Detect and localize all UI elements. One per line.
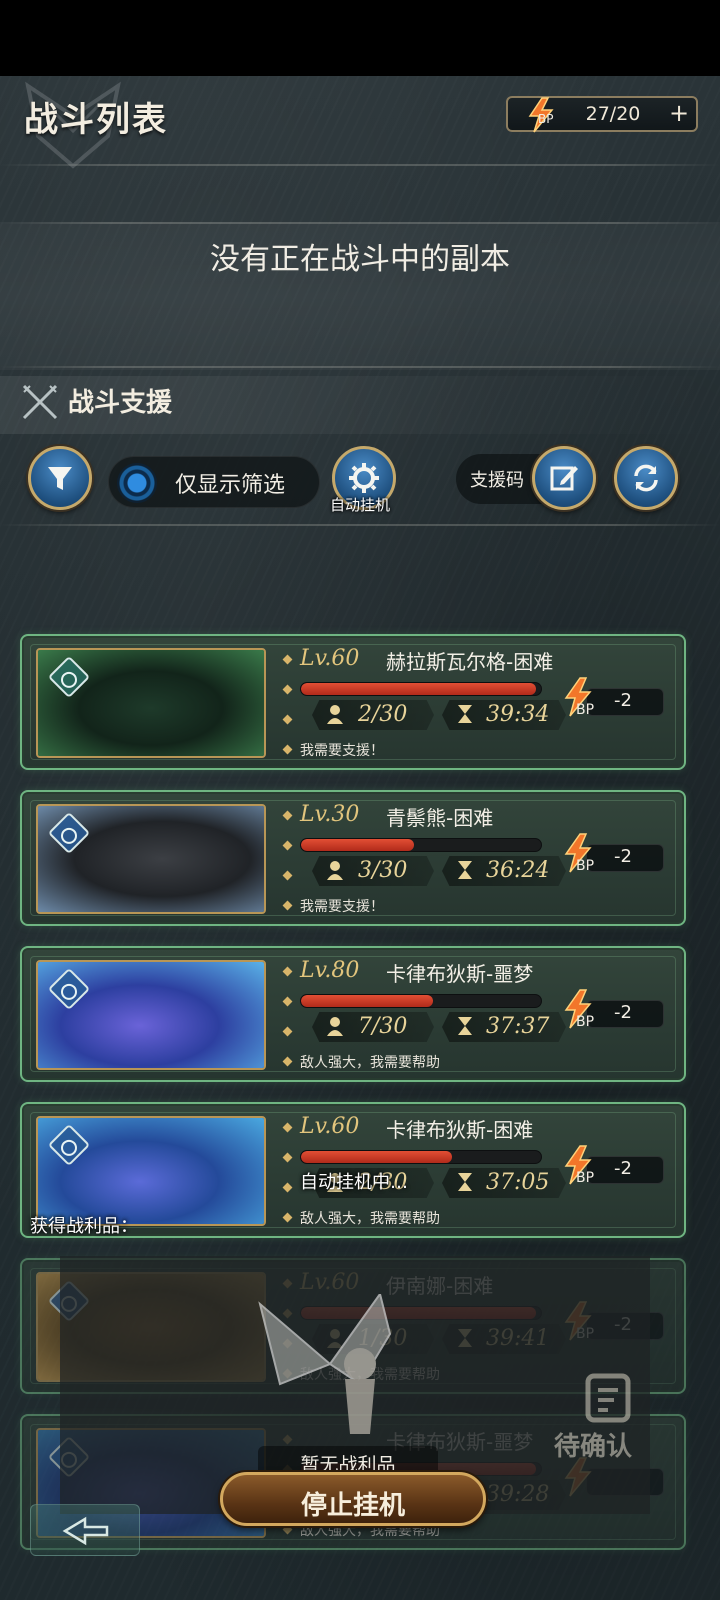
refresh-icon [634, 464, 658, 492]
crossed-swords-icon [22, 384, 58, 420]
boss-hp-fill [301, 1151, 453, 1163]
auto-running-text: 自动挂机中… [300, 1172, 408, 1193]
band-bottom-divider [0, 366, 720, 368]
bp-cost-label: BP [576, 858, 595, 874]
refresh-button[interactable] [614, 446, 678, 510]
add-bp-button[interactable]: + [666, 101, 692, 127]
hourglass-icon [458, 861, 472, 879]
bp-label: BP [538, 112, 554, 126]
page-title: 战斗列表 [24, 100, 168, 140]
filter-only-toggle[interactable]: 仅显示筛选 [108, 456, 320, 508]
boss-level: Lv.80 [300, 958, 360, 983]
boss-name: 卡律布狄斯-噩梦 [386, 962, 534, 986]
boss-hp-bar [300, 994, 542, 1008]
time-left: 37:37 [486, 1014, 550, 1039]
boss-hp-bar [300, 838, 542, 852]
help-message: 敌人强大，我需要帮助 [300, 1211, 440, 1227]
hourglass-icon [458, 1017, 472, 1035]
boss-level: Lv.60 [300, 1114, 360, 1139]
hourglass-icon [458, 705, 472, 723]
bp-cost-value: -2 [614, 690, 632, 711]
back-button[interactable] [30, 1504, 140, 1556]
filter-button[interactable] [28, 446, 92, 510]
support-title: 战斗支援 [68, 388, 173, 418]
time-left: 39:34 [486, 702, 550, 727]
pending-confirm-label[interactable]: 待确认 [554, 1426, 632, 1463]
bp-cost-label: BP [576, 1014, 595, 1030]
bp-cost-value: -2 [614, 846, 632, 867]
boss-hp-fill [301, 839, 414, 851]
support-code-label: 支援码 [470, 470, 524, 491]
edit-icon [550, 466, 578, 491]
player-icon [327, 1017, 343, 1036]
bp-cost-value: -2 [614, 1158, 632, 1179]
boss-name: 青鬃熊-困难 [386, 806, 494, 830]
filter-icon [48, 467, 72, 490]
help-message: 我需要支援！ [300, 899, 384, 915]
player-count: 7/30 [358, 1014, 408, 1039]
fairy-mascot-icon [258, 1294, 392, 1434]
bp-cost-value: -2 [614, 1002, 632, 1023]
battle-list-screen: 战斗列表 BP 27/20 + 没有正在战斗中的副本 战斗支援 仅显示筛选 自动… [0, 76, 720, 1600]
loot-label: 获得战利品： [30, 1216, 138, 1237]
hourglass-icon [458, 1173, 472, 1191]
header-divider [0, 164, 720, 166]
boss-level: Lv.60 [300, 646, 360, 671]
bp-cost-label: BP [576, 1170, 595, 1186]
player-icon [327, 705, 343, 724]
bp-value: 27/20 [585, 103, 641, 125]
raid-card[interactable]: Lv.80 卡律布狄斯-噩梦 7/30 37:37 敌人强大，我需要帮助 BP -2 [20, 946, 686, 1082]
toggle-radio-icon [117, 463, 157, 503]
raid-card[interactable]: Lv.60 赫拉斯瓦尔格-困难 2/30 39:34 我需要支援！ BP -2 [20, 634, 686, 770]
bp-cost-label: BP [576, 702, 595, 718]
auto-battle-label: 自动挂机 [330, 496, 391, 514]
band-top-divider [0, 222, 720, 224]
support-code-button[interactable] [532, 446, 596, 510]
bp-counter[interactable]: BP 27/20 + [506, 96, 698, 133]
boss-hp-fill [301, 683, 537, 695]
gear-icon [349, 463, 379, 493]
boss-thumbnail [36, 804, 266, 914]
controls-divider [0, 524, 720, 526]
boss-thumbnail [36, 960, 266, 1070]
back-arrow-icon [62, 1516, 109, 1546]
time-left: 37:05 [486, 1170, 550, 1195]
boss-level: Lv.30 [300, 802, 360, 827]
boss-hp-fill [301, 995, 433, 1007]
boss-name: 卡律布狄斯-困难 [386, 1118, 534, 1142]
help-message: 我需要支援！ [300, 743, 384, 759]
boss-thumbnail [36, 1116, 266, 1226]
stop-auto-button[interactable]: 停止挂机 [220, 1472, 486, 1526]
filter-only-label: 仅显示筛选 [175, 473, 286, 498]
player-count: 2/30 [358, 702, 408, 727]
boss-hp-bar [300, 1150, 542, 1164]
help-message: 敌人强大，我需要帮助 [300, 1055, 440, 1071]
player-count: 3/30 [358, 858, 408, 883]
time-left: 36:24 [486, 858, 550, 883]
raid-card[interactable]: Lv.30 青鬃熊-困难 3/30 36:24 我需要支援！ BP -2 [20, 790, 686, 926]
boss-name: 赫拉斯瓦尔格-困难 [386, 650, 554, 674]
stop-auto-label: 停止挂机 [300, 1491, 405, 1521]
pending-scroll-icon [585, 1373, 631, 1423]
boss-hp-bar [300, 682, 542, 696]
player-icon [327, 861, 343, 880]
no-battle-message: 没有正在战斗中的副本 [210, 242, 510, 277]
boss-thumbnail [36, 648, 266, 758]
